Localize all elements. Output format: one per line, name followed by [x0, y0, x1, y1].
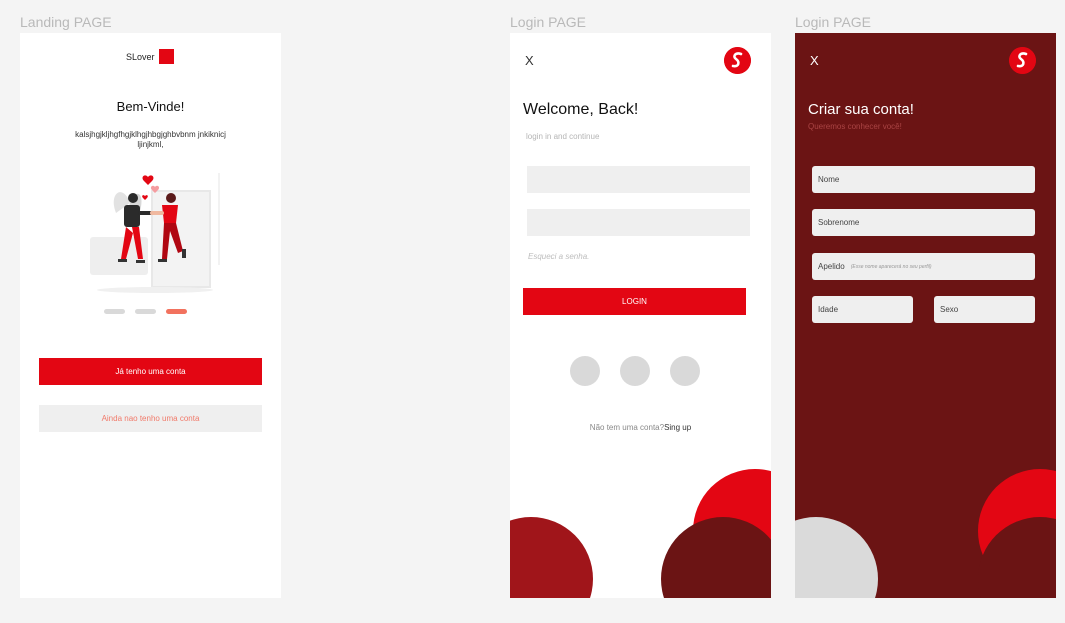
pagination-dot[interactable]	[135, 309, 156, 314]
idade-field[interactable]: Idade	[812, 296, 913, 323]
pagination-dot[interactable]	[104, 309, 125, 314]
brand-name: SLover	[126, 51, 155, 62]
pagination-dot-active[interactable]	[166, 309, 187, 314]
landing-frame-label: Landing PAGE	[20, 14, 112, 30]
landing-description: kalsjhgjkljhgfhgjklhgjhbgjghbvbnm jnkikn…	[75, 130, 226, 149]
couple-illustration	[90, 173, 220, 293]
no-account-text: Não tem uma conta?	[589, 423, 665, 432]
s-logo-icon	[1009, 47, 1036, 74]
decor-circle	[661, 517, 771, 598]
login-title: Welcome, Back!	[523, 101, 639, 118]
decor-circle	[510, 517, 593, 598]
forgot-password-link[interactable]: Esqueci a senha.	[528, 252, 589, 261]
brand: SLover	[126, 49, 174, 64]
apelido-hint: (Esse nome aparecerá no seu perfil)	[850, 263, 932, 270]
sexo-label: Sexo	[940, 305, 959, 314]
decor-circle	[795, 517, 878, 598]
social-login-button[interactable]	[570, 356, 600, 386]
landing-page: SLover Bem-Vinde! kalsjhgjkljhgfhgjklhgj…	[20, 33, 281, 598]
close-icon[interactable]: X	[525, 53, 534, 68]
social-login-button[interactable]	[670, 356, 700, 386]
s-logo-icon	[724, 47, 751, 74]
pagination-dots	[104, 309, 187, 314]
signup-frame-label: Login PAGE	[795, 14, 872, 30]
social-login-button[interactable]	[620, 356, 650, 386]
close-icon[interactable]: X	[810, 53, 819, 68]
login-subtitle: login in and continue	[526, 132, 600, 141]
apelido-field[interactable]: Apelido (Esse nome aparecerá no seu perf…	[812, 253, 1035, 280]
login-button[interactable]: LOGIN	[523, 288, 746, 315]
signup-link[interactable]: Sing up	[664, 423, 691, 432]
apelido-label: Apelido	[818, 262, 845, 271]
login-frame-label: Login PAGE	[510, 14, 587, 30]
signup-prompt: Não tem uma conta?Sing up	[510, 423, 771, 432]
sexo-field[interactable]: Sexo	[934, 296, 1035, 323]
no-account-button[interactable]: Ainda nao tenho uma conta	[39, 405, 262, 432]
sobrenome-label: Sobrenome	[818, 218, 860, 227]
nome-label: Nome	[818, 175, 840, 184]
brand-logo-icon	[158, 49, 174, 64]
login-page: X Welcome, Back! login in and continue E…	[510, 33, 771, 598]
sobrenome-field[interactable]: Sobrenome	[812, 209, 1035, 236]
idade-label: Idade	[818, 305, 839, 314]
signup-title: Criar sua conta!	[808, 101, 914, 118]
nome-field[interactable]: Nome	[812, 166, 1035, 193]
signup-page: X Criar sua conta! Queremos conhecer voc…	[795, 33, 1056, 598]
password-input[interactable]	[527, 209, 750, 236]
landing-title: Bem-Vinde!	[116, 99, 185, 114]
signup-subtitle: Queremos conhecer você!	[808, 122, 902, 131]
have-account-button[interactable]: Já tenho uma conta	[39, 358, 262, 385]
username-input[interactable]	[527, 166, 750, 193]
